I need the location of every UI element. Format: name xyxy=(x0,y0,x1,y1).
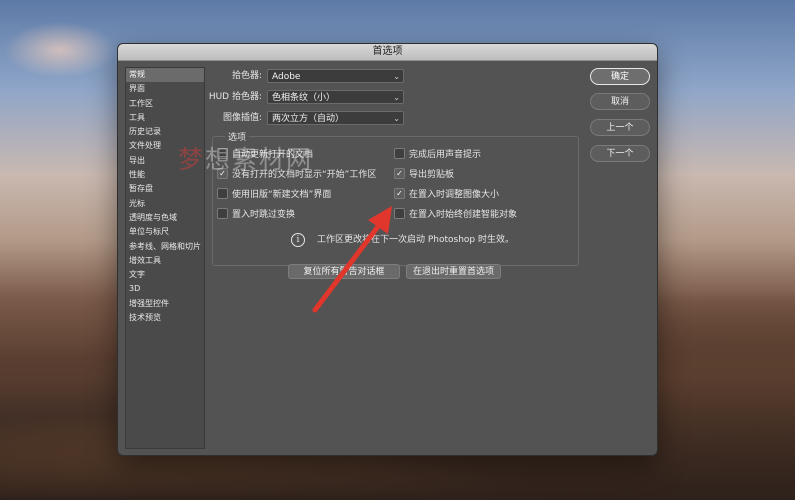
cancel-button[interactable]: 取消 xyxy=(590,93,650,110)
checkmark-icon: ✓ xyxy=(394,168,405,179)
checkbox-empty-icon xyxy=(394,148,405,159)
checkbox-label: 导出剪贴板 xyxy=(409,170,455,180)
sidebar-item-enhanced-controls[interactable]: 增强型控件 xyxy=(126,297,204,311)
interpolation-select[interactable]: 两次立方（自动） ⌄ xyxy=(267,111,404,125)
checkbox-beep-when-done[interactable]: 完成后用声音提示 xyxy=(394,148,482,161)
sidebar-item-general[interactable]: 常规 xyxy=(126,68,204,83)
color-picker-value: Adobe xyxy=(272,72,301,82)
hud-picker-row: HUD 拾色器: 色相条纹（小） ⌄ xyxy=(209,89,580,105)
interpolation-value: 两次立方（自动） xyxy=(272,114,345,124)
sidebar-item-tools[interactable]: 工具 xyxy=(126,111,204,125)
previous-button[interactable]: 上一个 xyxy=(590,119,650,136)
color-picker-label: 拾色器: xyxy=(231,71,262,81)
sidebar-item-type[interactable]: 文字 xyxy=(126,268,204,282)
sidebar-item-transparency[interactable]: 透明度与色域 xyxy=(126,211,204,225)
checkbox-always-smart-object[interactable]: 在置入时始终创建智能对象 xyxy=(394,208,518,221)
checkbox-label: 完成后用声音提示 xyxy=(409,150,482,160)
chevron-updown-icon: ⌄ xyxy=(393,114,400,123)
hud-picker-value: 色相条纹（小） xyxy=(272,93,336,103)
sidebar-item-plugins[interactable]: 增效工具 xyxy=(126,254,204,268)
hud-picker-select[interactable]: 色相条纹（小） ⌄ xyxy=(267,90,404,104)
sidebar-item-tech-preview[interactable]: 技术预览 xyxy=(126,311,204,325)
checkbox-empty-icon xyxy=(217,208,228,219)
checkbox-label: 在置入时调整图像大小 xyxy=(409,190,500,200)
sidebar-item-history[interactable]: 历史记录 xyxy=(126,125,204,139)
ok-button[interactable]: 确定 xyxy=(590,68,650,85)
color-picker-select[interactable]: Adobe ⌄ xyxy=(267,69,404,83)
checkbox-empty-icon xyxy=(217,188,228,199)
next-button[interactable]: 下一个 xyxy=(590,145,650,162)
chevron-updown-icon: ⌄ xyxy=(393,93,400,102)
checkbox-export-clipboard[interactable]: ✓ 导出剪贴板 xyxy=(394,168,455,181)
preferences-sidebar: 常规 界面 工作区 工具 历史记录 文件处理 导出 性能 暂存盘 光标 透明度与… xyxy=(125,67,205,449)
sidebar-item-cursors[interactable]: 光标 xyxy=(126,197,204,211)
interpolation-label: 图像插值: xyxy=(222,113,262,123)
checkbox-label: 在置入时始终创建智能对象 xyxy=(409,210,518,220)
interpolation-row: 图像插值: 两次立方（自动） ⌄ xyxy=(210,110,580,126)
hud-picker-label: HUD 拾色器: xyxy=(208,92,262,102)
sidebar-item-interface[interactable]: 界面 xyxy=(126,82,204,96)
reset-preferences-on-quit-button[interactable]: 在退出时重置首选项 xyxy=(406,264,501,279)
sidebar-item-scratch-disks[interactable]: 暂存盘 xyxy=(126,182,204,196)
sidebar-item-workspace[interactable]: 工作区 xyxy=(126,97,204,111)
sidebar-item-units-rulers[interactable]: 单位与标尺 xyxy=(126,225,204,239)
watermark-text: 梦想素材网 xyxy=(178,145,314,174)
window-title: 首选项 xyxy=(118,44,657,61)
sidebar-item-3d[interactable]: 3D xyxy=(126,282,204,296)
chevron-updown-icon: ⌄ xyxy=(393,72,400,81)
color-picker-row: 拾色器: Adobe ⌄ xyxy=(210,68,580,84)
sidebar-item-guides-grid[interactable]: 参考线、网格和切片 xyxy=(126,240,204,254)
red-annotation-arrow-icon xyxy=(312,206,392,313)
checkbox-skip-transform[interactable]: 置入时跳过变换 xyxy=(217,208,296,221)
checkbox-label: 置入时跳过变换 xyxy=(232,210,296,220)
